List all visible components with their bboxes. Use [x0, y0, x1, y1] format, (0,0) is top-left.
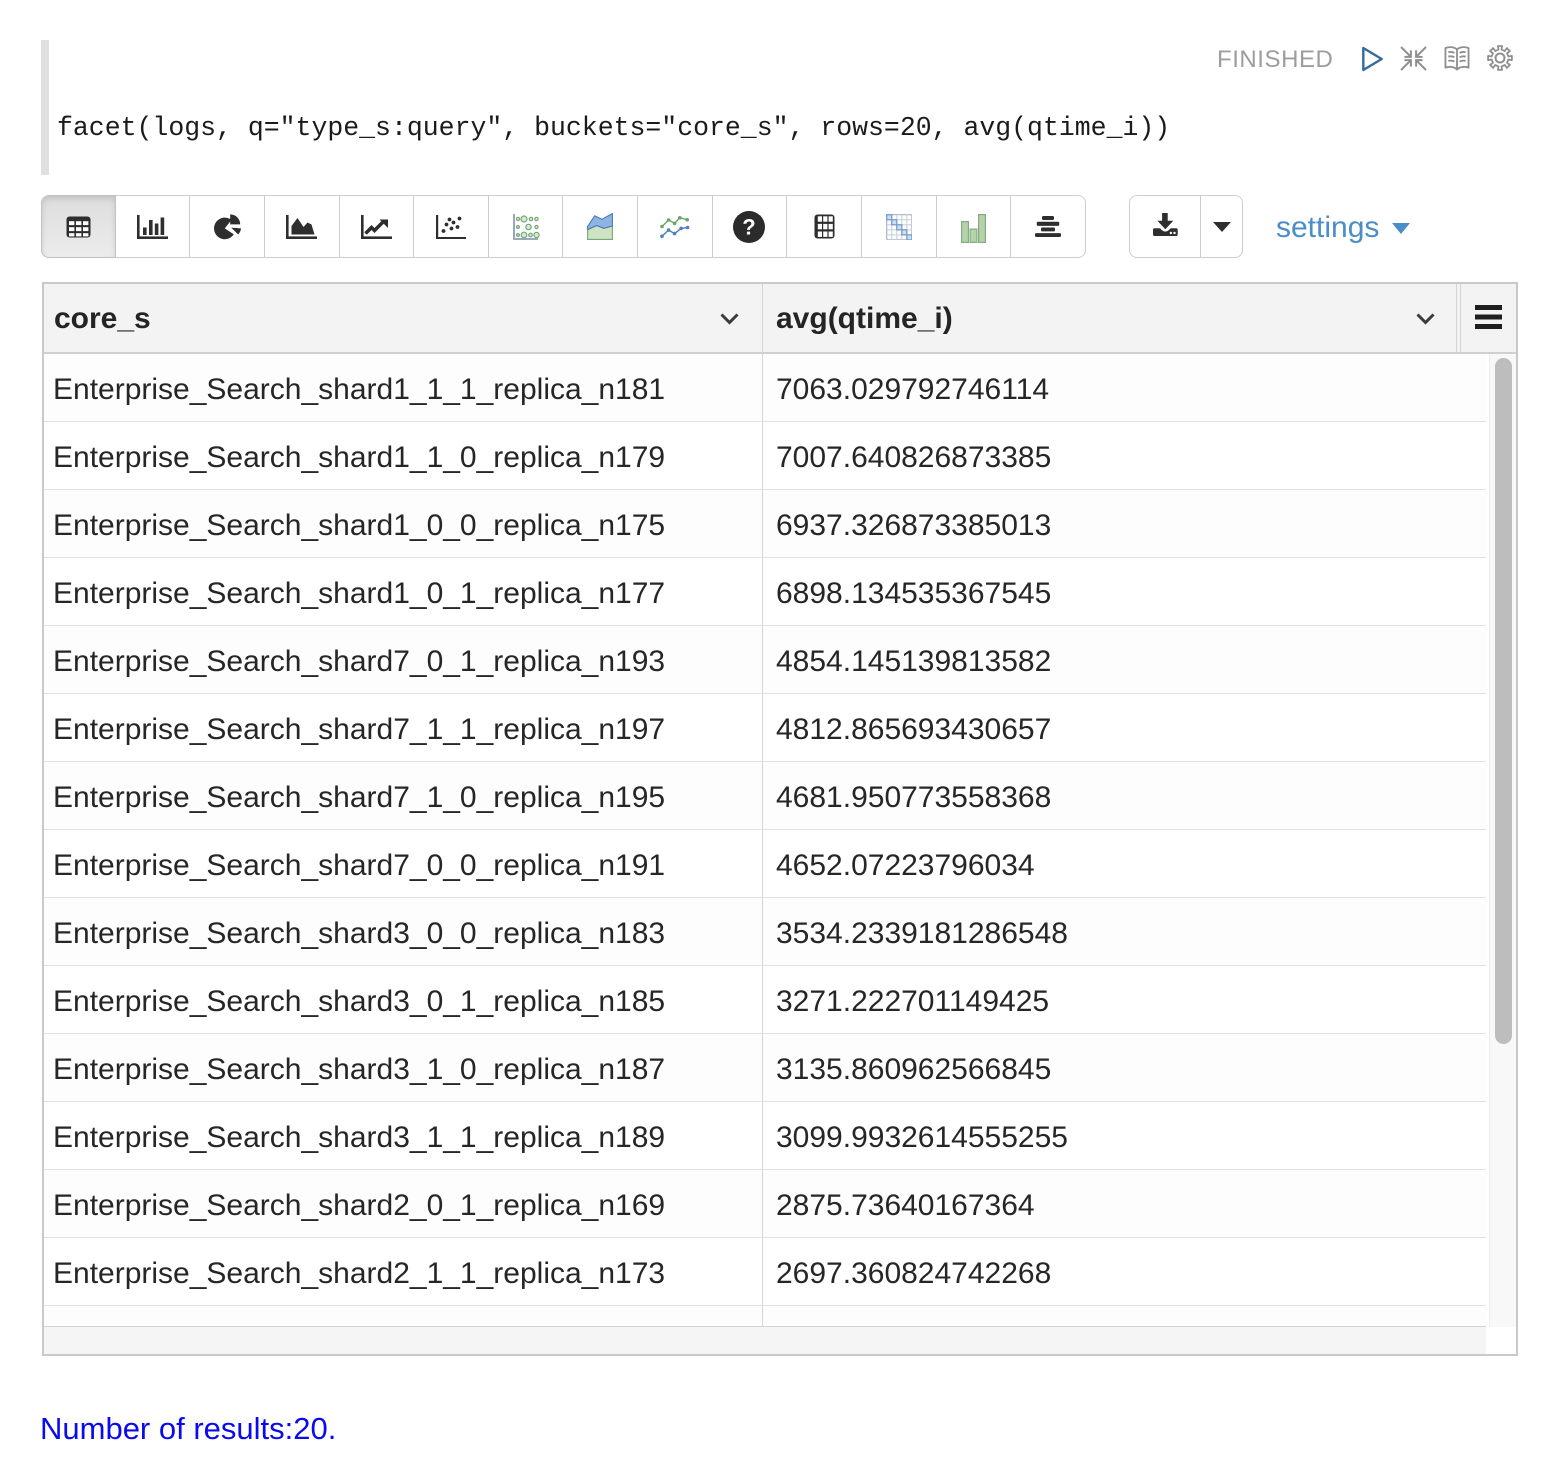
svg-text:?: ? [743, 214, 756, 239]
